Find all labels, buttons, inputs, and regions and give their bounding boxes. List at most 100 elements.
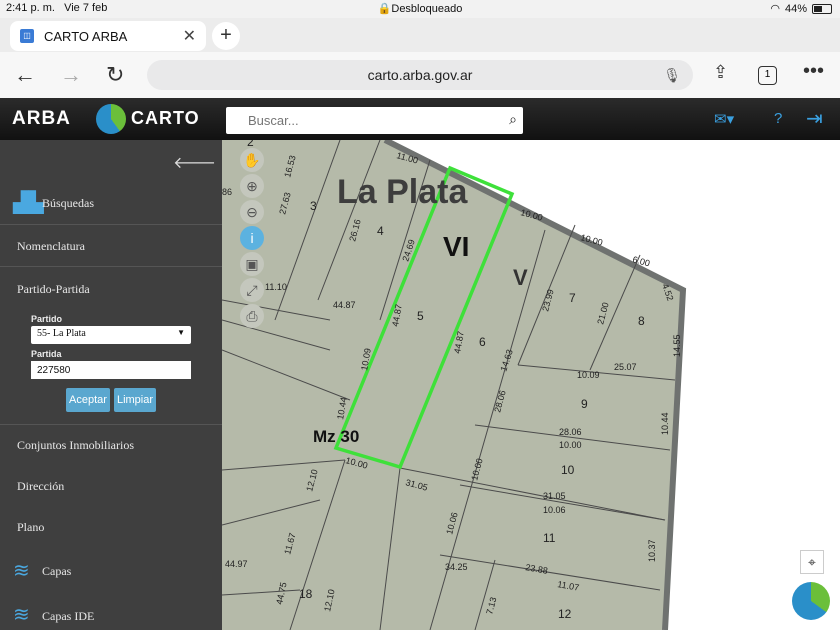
sidebar-item-capas[interactable]: Capas	[42, 564, 71, 579]
parcel-number: 8	[638, 314, 645, 328]
layers-ide-icon: ≋	[13, 604, 30, 626]
help-icon[interactable]: ?	[774, 110, 782, 127]
wifi-icon: ◠	[770, 3, 780, 15]
app-header: ARBA CARTO ⌕ ✉▾ ? ⇥	[0, 98, 840, 140]
lock-icon: 🔒	[377, 3, 392, 15]
zoom-in-icon[interactable]: ⊕	[240, 174, 264, 198]
lock-text: Desbloqueado	[391, 3, 463, 15]
map-canvas[interactable]: La PlataVIVMz 30234567891011121811.0016.…	[222, 140, 840, 630]
sidebar-item-nomenclatura[interactable]: Nomenclatura	[17, 239, 85, 254]
back-arrow-icon[interactable]: ←	[14, 62, 36, 88]
reload-icon[interactable]: ↻	[106, 62, 124, 88]
carto-corner-logo-icon	[792, 582, 830, 620]
mail-menu-icon[interactable]: ✉▾	[714, 110, 734, 128]
sidebar-item-busquedas[interactable]: Búsquedas	[42, 196, 94, 211]
dimension-label: 44.87	[333, 300, 356, 310]
search-box: ⌕	[226, 107, 523, 134]
dimension-label: 34.25	[445, 562, 468, 572]
dimension-label: 28.06	[559, 427, 582, 437]
lock-status: 🔒Desbloqueado	[0, 2, 840, 15]
partido-select[interactable]: 55- La Plata ▼	[31, 326, 191, 344]
sidebar-item-direccion[interactable]: Dirección	[17, 479, 64, 494]
arba-logo[interactable]: ARBA	[12, 108, 71, 130]
map-toolbar: ✋ ⊕ ⊖ i ▣ ⤢ ⎙	[238, 140, 266, 330]
city-label: La Plata	[337, 173, 468, 211]
battery-text: 44%	[784, 2, 807, 15]
pan-hand-icon[interactable]: ✋	[240, 148, 264, 172]
divider	[0, 266, 222, 267]
divider	[0, 224, 222, 225]
dimension-label: 10.44	[660, 412, 670, 435]
new-tab-button[interactable]: +	[212, 22, 240, 50]
forward-arrow-icon[interactable]: →	[60, 62, 82, 88]
parcel-number: 4	[377, 224, 384, 238]
parcel-number: 7	[569, 291, 576, 305]
partido-select-value: 55- La Plata	[37, 328, 86, 339]
sidebar-item-partido-partida[interactable]: Partido-Partida	[17, 282, 90, 297]
map-view[interactable]: La Plata VI V Mz 30 2 3 4 5 6 7 8 9 10 11 12 18 11.00 16.…	[222, 140, 840, 630]
logout-icon[interactable]: ⇥	[806, 106, 823, 131]
dimension-label: 44.97	[225, 559, 248, 569]
url-field[interactable]: carto.arba.gov.ar 🎙	[147, 60, 693, 90]
battery-icon	[812, 3, 832, 14]
parcel-number: 3	[310, 199, 317, 213]
favicon-icon: ◫	[20, 29, 34, 43]
microphone-icon[interactable]: 🎙	[663, 60, 681, 90]
measure-icon[interactable]: ⤢	[240, 278, 264, 302]
dimension-label: 10.09	[577, 370, 600, 380]
close-tab-icon[interactable]: ✕	[183, 26, 196, 46]
tab-count-button[interactable]: 1	[758, 66, 777, 85]
parcel-number: 5	[417, 309, 424, 323]
carto-logo-text: CARTO	[131, 108, 200, 128]
search-input[interactable]	[226, 107, 496, 134]
parcel-number: 11	[543, 531, 556, 545]
parcel-number: 10	[561, 463, 575, 477]
carto-logo-icon	[96, 104, 126, 134]
binoculars-icon: ▟▙	[13, 192, 44, 214]
divider	[0, 424, 222, 425]
sidebar-item-conjuntos[interactable]: Conjuntos Inmobiliarios	[17, 438, 134, 453]
tab-count-text: 1	[764, 69, 771, 80]
share-icon[interactable]: ⇪	[713, 62, 728, 83]
dimension-label: 31.05	[543, 491, 566, 501]
partido-label: Partido	[31, 314, 63, 324]
tab-bar: ◫ CARTO ARBA ✕ +	[0, 18, 840, 52]
print-icon[interactable]: ⎙	[240, 304, 264, 328]
status-bar: 2:41 p. m. Vie 7 feb 🔒Desbloqueado ◠ 44%	[0, 0, 840, 18]
tab-carto-arba[interactable]: ◫ CARTO ARBA ✕	[10, 21, 206, 51]
chevron-down-icon: ▼	[177, 328, 185, 337]
dimension-label: 10.06	[543, 505, 566, 515]
screenshot-icon[interactable]: ▣	[240, 252, 264, 276]
sidebar-item-plano[interactable]: Plano	[17, 520, 44, 535]
locate-icon[interactable]: ⌖	[800, 550, 824, 574]
dimension-label: 10.00	[559, 440, 582, 450]
sector-v-label: V	[513, 265, 528, 290]
tab-title: CARTO ARBA	[44, 28, 128, 44]
layers-icon: ≋	[13, 560, 30, 582]
url-text: carto.arba.gov.ar	[367, 67, 473, 83]
sidebar: 🡐 ▟▙ Búsquedas Nomenclatura Partido-Part…	[0, 140, 222, 630]
dimension-label: 14.55	[672, 334, 682, 357]
parcel-number: 6	[479, 335, 486, 349]
dimension-label: 11.10	[265, 282, 287, 292]
zoom-out-icon[interactable]: ⊖	[240, 200, 264, 224]
dimension-label: 10.37	[647, 539, 657, 562]
more-icon[interactable]: •••	[803, 60, 824, 83]
dimension-label: 25.07	[614, 362, 637, 372]
parcel-number: 9	[581, 397, 588, 411]
dimension-label: 86	[222, 187, 232, 197]
sidebar-item-capas-ide[interactable]: Capas IDE	[42, 609, 94, 624]
limpiar-button[interactable]: Limpiar	[114, 388, 156, 412]
address-bar: ← → ↻ carto.arba.gov.ar 🎙 ⇪ 1 •••	[0, 52, 840, 98]
status-right: ◠ 44%	[770, 2, 832, 15]
parcel-number: 18	[299, 587, 313, 601]
partida-input[interactable]	[31, 361, 191, 379]
info-icon[interactable]: i	[240, 226, 264, 250]
collapse-sidebar-icon[interactable]: 🡐	[173, 152, 216, 173]
aceptar-button[interactable]: Aceptar	[66, 388, 110, 412]
manzana-label: Mz 30	[313, 427, 359, 446]
parcel-number: 12	[558, 607, 572, 621]
sector-vi-label: VI	[443, 231, 469, 262]
search-icon[interactable]: ⌕	[509, 111, 517, 128]
partida-label: Partida	[31, 349, 62, 359]
